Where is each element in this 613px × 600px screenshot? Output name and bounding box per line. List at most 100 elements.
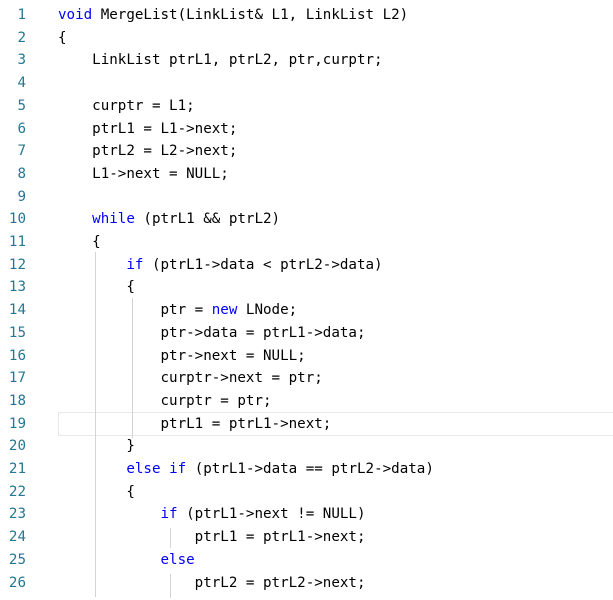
keyword-token: while <box>92 211 135 228</box>
code-line[interactable]: 2{ <box>0 27 613 50</box>
line-number: 8 <box>17 165 26 182</box>
code-token: { <box>58 234 101 250</box>
code-line[interactable]: 15 ptr->data = ptrL1->data; <box>0 322 613 345</box>
code-text: { <box>58 27 67 50</box>
code-token: (ptrL1->data < ptrL2->data) <box>143 256 383 273</box>
code-line[interactable]: 9 <box>0 186 613 209</box>
code-text: L1->next = NULL; <box>58 163 229 186</box>
code-text: ptrL1 = ptrL1->next; <box>58 526 366 549</box>
code-line[interactable]: 10 while (ptrL1 && ptrL2) <box>0 208 613 231</box>
code-text: curptr->next = ptr; <box>58 367 323 390</box>
code-line[interactable]: 18 curptr = ptr; <box>0 390 613 413</box>
line-number: 22 <box>8 483 26 500</box>
code-text: { <box>58 276 135 299</box>
code-token: (ptrL1->data == ptrL2->data) <box>186 461 434 477</box>
code-token: ptrL2 = ptrL2->next; <box>58 574 366 591</box>
code-line[interactable]: 17 curptr->next = ptr; <box>0 367 613 390</box>
code-text: ptrL2 = L2->next; <box>58 140 237 163</box>
code-line[interactable]: 7 ptrL2 = L2->next; <box>0 140 613 163</box>
code-line[interactable]: 20 } <box>0 435 613 458</box>
code-text: else <box>58 549 195 572</box>
code-token: ptrL1 = ptrL1->next; <box>58 529 366 546</box>
code-token: ptrL2 = L2->next; <box>58 143 238 160</box>
code-text: ptrL1 = L1->next; <box>58 118 237 141</box>
code-text: ptr->next = NULL; <box>58 345 306 368</box>
code-line[interactable]: 3 LinkList ptrL1, ptrL2, ptr,curptr; <box>0 49 613 72</box>
code-line[interactable]: 22 { <box>0 481 613 504</box>
code-editor[interactable]: 1 void MergeList(LinkList& L1, LinkList L… <box>0 0 613 600</box>
code-line[interactable]: 12 if (ptrL1->data < ptrL2->data) <box>0 254 613 277</box>
code-token: L1->next = NULL; <box>58 165 229 182</box>
code-token: MergeList(LinkList& L1, LinkList L2) <box>92 7 409 23</box>
code-token: LNode; <box>237 302 298 319</box>
code-token: ptr->data = ptrL1->data; <box>58 324 366 341</box>
line-number: 12 <box>8 256 26 273</box>
line-number: 5 <box>17 97 26 114</box>
code-token: { <box>58 483 135 500</box>
code-token: } <box>58 438 135 455</box>
code-text: ptr = new LNode; <box>58 299 297 322</box>
line-number: 16 <box>8 347 26 364</box>
code-line[interactable]: 5 curptr = L1; <box>0 95 613 118</box>
code-line[interactable]: 1 void MergeList(LinkList& L1, LinkList L… <box>0 4 613 27</box>
code-token: (ptrL1->next != NULL) <box>177 506 366 523</box>
line-number: 23 <box>8 506 26 523</box>
keyword-token: else <box>126 461 161 477</box>
code-token: ptr->next = NULL; <box>58 347 306 364</box>
code-line[interactable]: 6 ptrL1 = L1->next; <box>0 118 613 141</box>
code-token: ptrL1 = ptrL1->next; <box>58 415 332 432</box>
code-line[interactable]: 19 ptrL1 = ptrL1->next; <box>0 413 613 436</box>
line-number: 18 <box>8 392 26 409</box>
code-line[interactable]: 14 ptr = new LNode; <box>0 299 613 322</box>
line-number: 3 <box>17 52 26 69</box>
code-text: } <box>58 435 135 458</box>
line-number: 15 <box>8 324 26 341</box>
line-number: 21 <box>8 461 26 477</box>
code-line[interactable]: 11 { <box>0 231 613 254</box>
code-line[interactable]: 25 else <box>0 549 613 572</box>
code-token: curptr->next = ptr; <box>58 370 323 387</box>
code-line[interactable]: 16 ptr->next = NULL; <box>0 345 613 368</box>
code-line[interactable]: 24 ptrL1 = ptrL1->next; <box>0 526 613 549</box>
line-number: 1 <box>17 7 26 23</box>
line-number: 7 <box>17 143 26 160</box>
code-line[interactable]: 26 ptrL2 = ptrL2->next; <box>0 572 613 595</box>
code-text: ptrL1 = ptrL1->next; <box>58 413 331 436</box>
code-line[interactable]: 13 { <box>0 276 613 299</box>
line-number: 2 <box>17 29 26 46</box>
code-token: curptr = L1; <box>58 97 195 114</box>
line-number: 6 <box>17 120 26 137</box>
keyword-token: else <box>160 551 195 568</box>
keyword-token: void <box>58 7 93 23</box>
keyword-token: new <box>211 302 238 319</box>
keyword-token: if <box>169 461 187 477</box>
line-number: 13 <box>8 279 26 296</box>
code-token: LinkList ptrL1, ptrL2, ptr,curptr; <box>58 52 383 69</box>
code-token: (ptrL1 && ptrL2) <box>134 211 281 228</box>
code-text: ptr->data = ptrL1->data; <box>58 322 366 345</box>
code-text: if (ptrL1->next != NULL) <box>58 503 366 526</box>
code-text: curptr = ptr; <box>58 390 271 413</box>
code-line[interactable]: 8 L1->next = NULL; <box>0 163 613 186</box>
code-token: { <box>58 29 67 46</box>
code-text: if (ptrL1->data < ptrL2->data) <box>58 254 383 277</box>
code-token: { <box>58 279 135 296</box>
keyword-token: if <box>126 256 144 273</box>
code-text: { <box>58 481 135 504</box>
line-number: 9 <box>17 188 26 205</box>
code-text: LinkList ptrL1, ptrL2, ptr,curptr; <box>58 49 383 72</box>
line-number: 4 <box>17 75 26 92</box>
line-number: 25 <box>8 551 26 568</box>
code-line[interactable]: 21 else if (ptrL1->data == ptrL2->data) <box>0 458 613 481</box>
code-text: curptr = L1; <box>58 95 195 118</box>
line-number: 17 <box>8 370 26 387</box>
code-text: ptrL2 = ptrL2->next; <box>58 572 366 595</box>
code-line[interactable]: 23 if (ptrL1->next != NULL) <box>0 503 613 526</box>
code-text: else if (ptrL1->data == ptrL2->data) <box>58 458 434 481</box>
code-line[interactable]: 4 <box>0 72 613 95</box>
